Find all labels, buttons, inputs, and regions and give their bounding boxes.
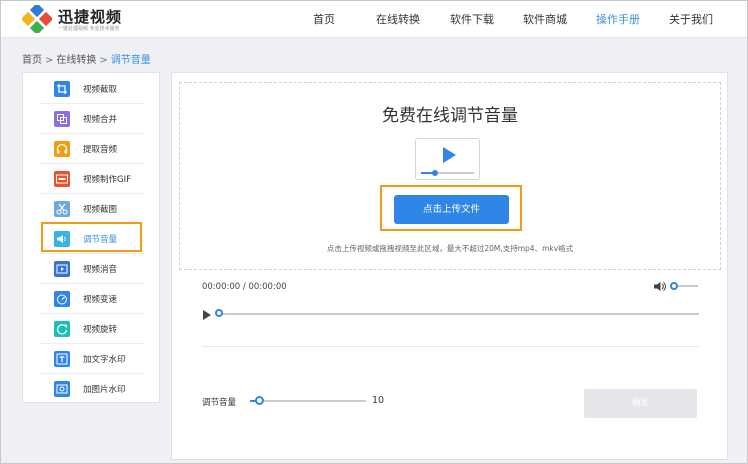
breadcrumb-separator: > [45,55,54,66]
breadcrumb: 首页 > 在线转换 > 调节音量 [22,51,151,66]
nav-software-download[interactable]: 软件下载 [450,11,494,27]
confirm-button[interactable]: 确定 [584,389,697,418]
speed-icon [54,291,70,307]
sidebar-item-video-cut[interactable]: 视频截取 [40,74,144,104]
mute-icon [54,261,70,277]
playback-progress-handle[interactable] [215,309,223,317]
volume-adjust-handle[interactable] [255,396,264,405]
nav-software-store[interactable]: 软件商城 [523,11,567,27]
crop-icon [54,81,70,97]
top-header: 迅捷视频 一键处理视频 专业技术服务 首页 在线转换 软件下载 软件商城 操作手… [0,0,748,38]
brand-slogan: 一键处理视频 专业技术服务 [58,26,120,32]
merge-icon [54,111,70,127]
upload-file-button[interactable]: 点击上传文件 [394,195,509,224]
sidebar-item-video-mute[interactable]: 视频消音 [40,254,144,284]
sidebar-item-video-merge[interactable]: 视频合并 [40,104,144,134]
rotate-icon [54,321,70,337]
scissors-icon [54,201,70,217]
preview-progress-handle [432,170,438,176]
sidebar-highlight-box [41,222,142,252]
page-title: 免费在线调节音量 [382,106,518,126]
play-icon [443,147,456,163]
breadcrumb-separator: > [99,55,108,66]
sidebar-item-text-watermark[interactable]: 加文字水印 [40,344,144,374]
current-time: 00:00:00 [202,282,241,292]
sidebar-item-label: 视频截图 [83,205,118,215]
divider [202,346,699,347]
sidebar-item-video-screenshot[interactable]: 视频截图 [40,194,144,224]
sidebar-item-label: 提取音频 [83,145,118,155]
nav-about-us[interactable]: 关于我们 [669,11,713,27]
sidebar-item-label: 视频消音 [83,265,118,275]
nav-online-convert[interactable]: 在线转换 [376,11,420,27]
sidebar-item-extract-audio[interactable]: 提取音频 [40,134,144,164]
brand-name[interactable]: 迅捷视频 [58,6,122,27]
player-volume-handle[interactable] [670,282,678,290]
gif-icon [54,171,70,187]
image-watermark-icon [54,381,70,397]
breadcrumb-current: 调节音量 [110,55,151,66]
upload-hint: 点击上传视频或拖拽视频至此区域，最大不超过20M,支持mp4、mkv格式 [326,244,574,253]
sidebar-item-label: 视频旋转 [83,325,118,335]
sidebar-item-image-watermark[interactable]: 加图片水印 [40,374,144,404]
playback-progress-track[interactable] [218,313,699,315]
headphones-icon [54,141,70,157]
nav-home[interactable]: 首页 [313,11,335,27]
sidebar-item-label: 加文字水印 [83,355,126,365]
nav-manual[interactable]: 操作手册 [596,11,640,27]
sidebar-item-label: 视频截取 [83,85,118,95]
volume-adjust-value: 10 [372,395,385,406]
sidebar-item-video-rotate[interactable]: 视频旋转 [40,314,144,344]
breadcrumb-home[interactable]: 首页 [22,55,42,66]
time-separator: / [242,282,246,292]
text-watermark-icon [54,351,70,367]
sidebar-item-label: 加图片水印 [83,385,126,395]
speaker-icon[interactable] [653,281,667,292]
logo-icon[interactable] [22,5,52,33]
volume-adjust-track[interactable] [250,400,366,402]
sidebar-item-video-gif[interactable]: 视频制作GIF [40,164,144,194]
sidebar-item-label: 视频变速 [83,295,118,305]
sidebar-item-label: 视频合并 [83,115,118,125]
sidebar-item-video-speed[interactable]: 视频变速 [40,284,144,314]
play-button[interactable] [203,310,211,320]
time-display: 00:00:00 / 00:00:00 [202,282,287,292]
volume-adjust-label: 调节音量 [202,398,237,408]
total-time: 00:00:00 [248,282,287,292]
player-volume-track[interactable] [678,285,698,287]
sidebar-item-label: 视频制作GIF [83,175,131,185]
breadcrumb-online-convert[interactable]: 在线转换 [56,55,96,66]
